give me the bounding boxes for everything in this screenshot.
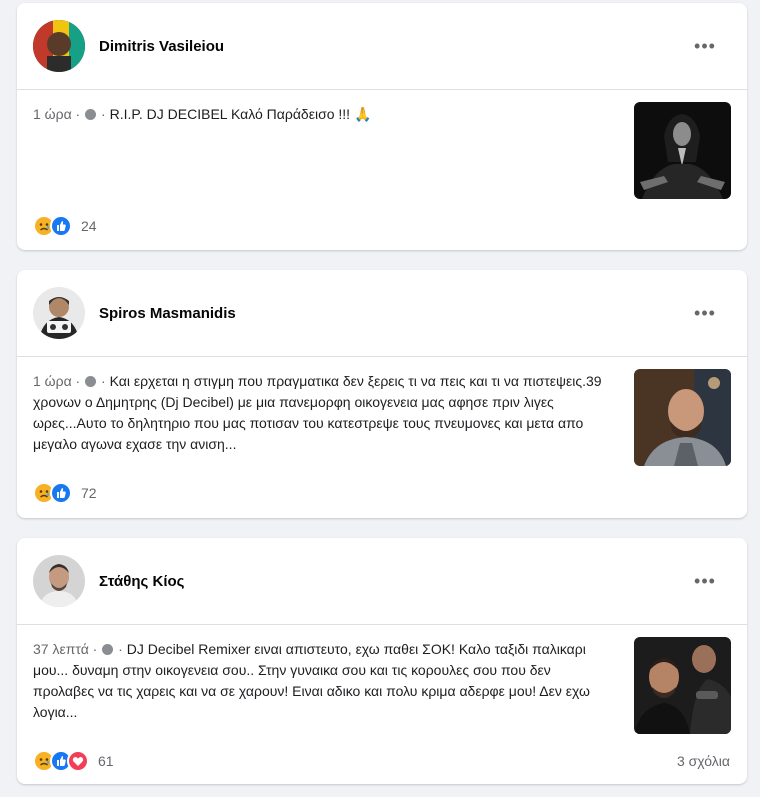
post-image[interactable] — [634, 102, 731, 199]
post-card: Dimitris Vasileiou ••• 1 ώρα · · R.I.P. … — [17, 3, 747, 250]
reaction-icons — [33, 750, 89, 772]
post-body: 1 ώρα · · R.I.P. DJ DECIBEL Καλό Παράδει… — [17, 90, 747, 200]
like-icon — [50, 215, 72, 237]
reactions-bar[interactable]: 61 — [33, 750, 114, 772]
post-header: Dimitris Vasileiou ••• — [17, 3, 747, 90]
meta-separator: · — [114, 641, 127, 657]
reaction-count: 72 — [81, 485, 97, 501]
globe-icon — [85, 109, 97, 120]
meta-separator: · — [71, 373, 85, 389]
comments-count-link[interactable]: 3 σχόλια — [677, 753, 730, 769]
post-time[interactable]: 37 λεπτά — [33, 641, 89, 657]
news-feed: Dimitris Vasileiou ••• 1 ώρα · · R.I.P. … — [0, 0, 760, 797]
post-body: 1 ώρα · · Και ερχεται η στιγμη που πραγμ… — [17, 357, 747, 467]
reactions-bar[interactable]: 24 — [33, 215, 97, 237]
reaction-icons — [33, 215, 72, 237]
post-card: Στάθης Κίος ••• 37 λεπτά · · DJ Decibel … — [17, 538, 747, 784]
avatar[interactable] — [33, 555, 85, 607]
author-name[interactable]: Στάθης Κίος — [99, 573, 184, 590]
post-body: 37 λεπτά · · DJ Decibel Remixer ειναι απ… — [17, 625, 747, 735]
post-text: R.I.P. DJ DECIBEL Καλό Παράδεισο !!! 🙏 — [109, 106, 372, 122]
post-text-block: 1 ώρα · · R.I.P. DJ DECIBEL Καλό Παράδει… — [33, 104, 613, 125]
post-time[interactable]: 1 ώρα — [33, 373, 72, 389]
reaction-icons — [33, 482, 72, 504]
love-icon — [67, 750, 89, 772]
like-icon — [50, 482, 72, 504]
globe-icon — [85, 376, 97, 387]
author-name[interactable]: Spiros Masmanidis — [99, 305, 236, 322]
post-card: Spiros Masmanidis ••• 1 ώρα · · Και ερχε… — [17, 270, 747, 518]
reactions-bar[interactable]: 72 — [33, 482, 97, 504]
meta-separator: · — [71, 106, 85, 122]
more-options-icon[interactable]: ••• — [689, 302, 721, 324]
post-text-block: 1 ώρα · · Και ερχεται η στιγμη που πραγμ… — [33, 371, 613, 455]
post-image[interactable] — [634, 637, 731, 734]
post-time[interactable]: 1 ώρα — [33, 106, 72, 122]
reaction-count: 61 — [98, 753, 114, 769]
globe-icon — [102, 644, 114, 655]
meta-separator: · — [97, 106, 110, 122]
post-text-block: 37 λεπτά · · DJ Decibel Remixer ειναι απ… — [33, 639, 613, 723]
meta-separator: · — [97, 373, 110, 389]
more-options-icon[interactable]: ••• — [689, 570, 721, 592]
meta-separator: · — [88, 641, 102, 657]
avatar[interactable] — [33, 20, 85, 72]
reaction-count: 24 — [81, 218, 97, 234]
more-options-icon[interactable]: ••• — [689, 35, 721, 57]
avatar[interactable] — [33, 287, 85, 339]
post-image[interactable] — [634, 369, 731, 466]
post-header: Στάθης Κίος ••• — [17, 538, 747, 625]
post-header: Spiros Masmanidis ••• — [17, 270, 747, 357]
post-text: Και ερχεται η στιγμη που πραγματικα δεν … — [33, 373, 602, 452]
author-name[interactable]: Dimitris Vasileiou — [99, 38, 224, 55]
